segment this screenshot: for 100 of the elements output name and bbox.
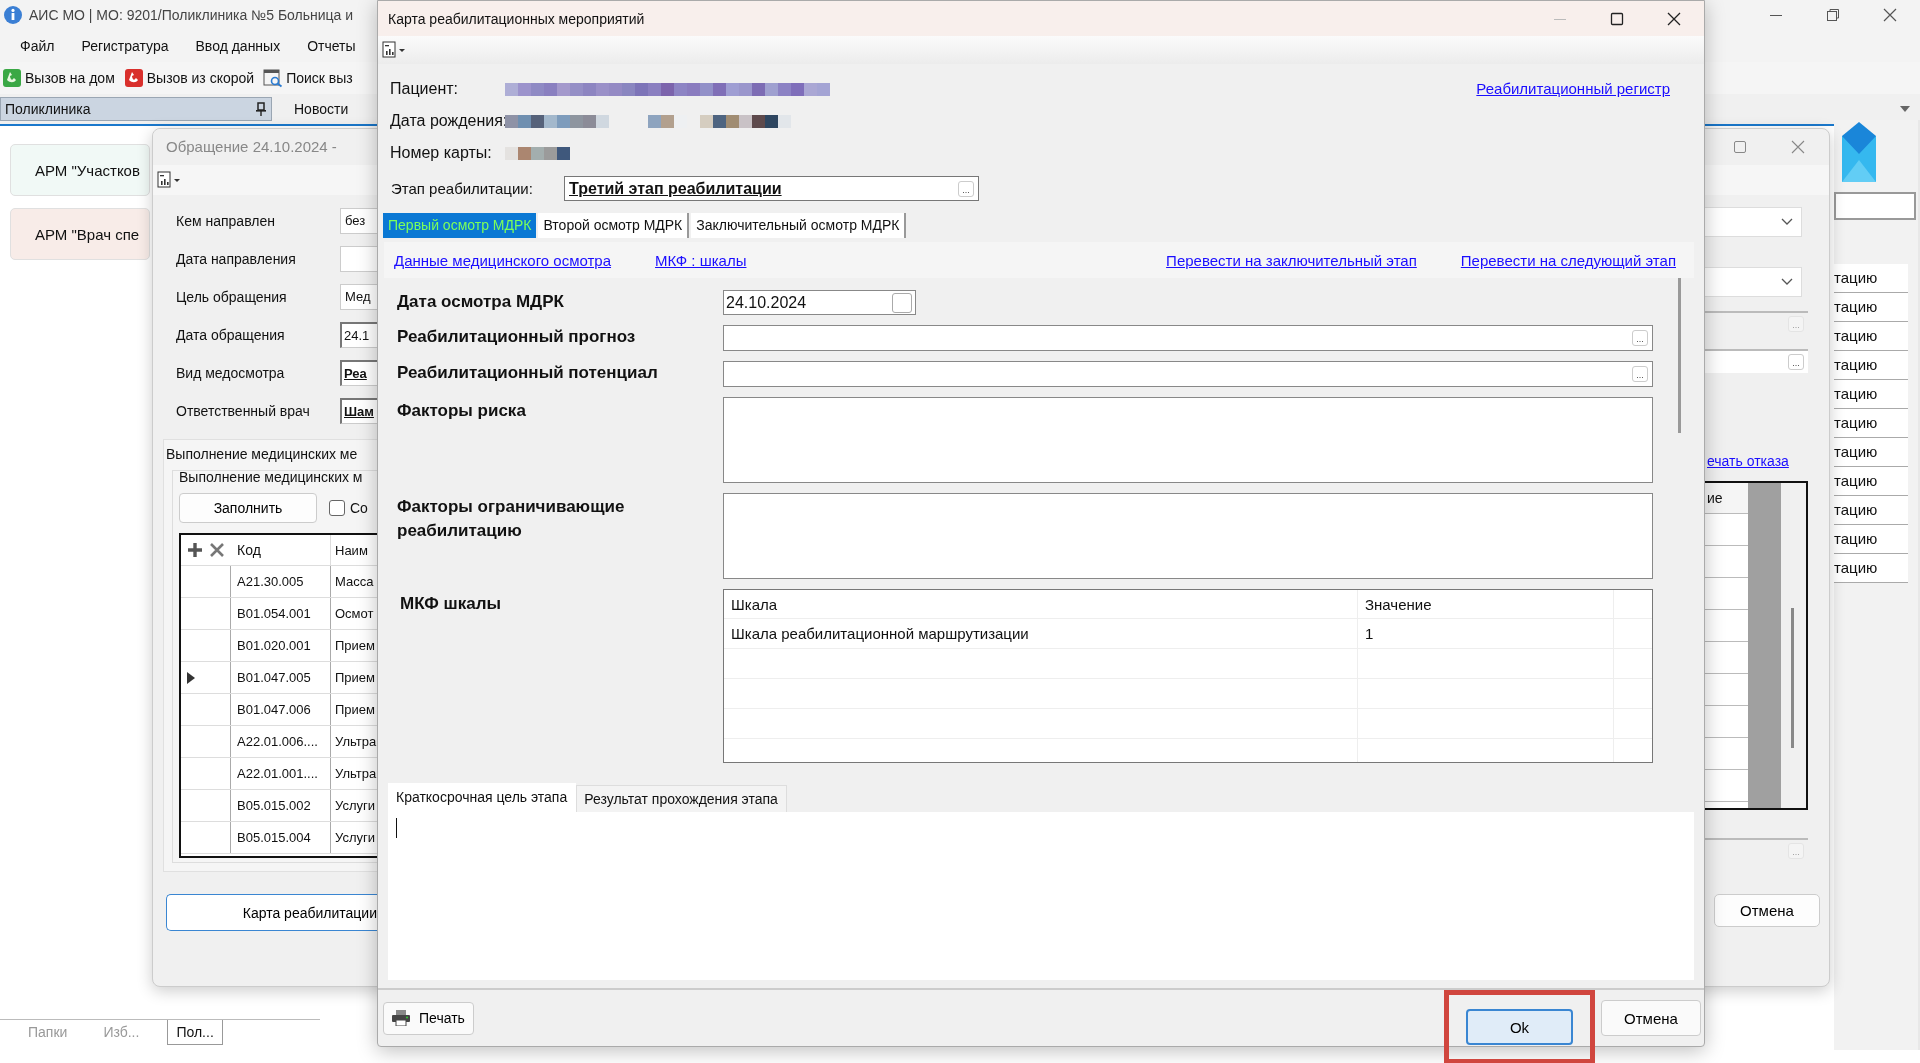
phone-icon bbox=[2, 68, 22, 88]
column-header[interactable]: Шкала bbox=[724, 590, 1358, 619]
list-item[interactable]: тацию bbox=[1834, 351, 1908, 380]
text-area[interactable] bbox=[723, 493, 1653, 580]
dropdown-icon[interactable] bbox=[1900, 106, 1910, 112]
field-label: Дата осмотра МДРК bbox=[397, 291, 565, 314]
list-item[interactable]: тацию bbox=[1834, 525, 1908, 554]
column-header[interactable]: Код bbox=[231, 535, 331, 565]
input-field[interactable]: Шам bbox=[340, 398, 377, 424]
printer-icon bbox=[392, 1010, 410, 1026]
menu-item[interactable]: Ввод данных bbox=[195, 38, 281, 54]
list-item[interactable]: тацию bbox=[1834, 380, 1908, 409]
input-field[interactable]: ... bbox=[1702, 349, 1808, 373]
input-field[interactable]: Третий этап реабилитации ... bbox=[564, 176, 979, 202]
table-cell-text: Масса bbox=[334, 573, 375, 591]
input-field[interactable]: Реа bbox=[340, 360, 377, 386]
toolbar-button[interactable]: Вызов из скорой bbox=[123, 68, 255, 88]
field-label: Цель обращения bbox=[176, 289, 287, 305]
table-cell: A22.01.001.... bbox=[231, 758, 331, 789]
group-title: Выполнение медицинских ме bbox=[165, 446, 359, 462]
close-icon[interactable] bbox=[1666, 10, 1682, 27]
column-header[interactable]: Наим bbox=[331, 535, 377, 565]
tab[interactable]: Первый осмотр МДРК bbox=[383, 213, 537, 239]
date-field[interactable]: 24.10.2024 bbox=[723, 290, 916, 316]
fill-button[interactable]: Заполнить bbox=[179, 493, 317, 523]
menu-item[interactable]: Файл bbox=[20, 38, 55, 54]
envelope-icon bbox=[1842, 120, 1876, 182]
field-label: Номер карты: bbox=[390, 144, 493, 163]
scroll-thumb[interactable] bbox=[1791, 608, 1794, 748]
table-cell: B05.015.004 bbox=[231, 822, 331, 853]
text-area[interactable] bbox=[723, 397, 1653, 484]
table-cell: A22.01.006.... bbox=[231, 726, 331, 757]
tab[interactable]: Пол... bbox=[167, 1020, 223, 1045]
table-cell: B01.047.006 bbox=[231, 694, 331, 725]
input-field[interactable] bbox=[1834, 192, 1916, 220]
news-tab[interactable]: Новости bbox=[280, 101, 363, 117]
checkbox-label: Со bbox=[350, 500, 368, 516]
input-field[interactable] bbox=[340, 246, 377, 272]
ellipsis-button[interactable]: ... bbox=[1632, 366, 1648, 383]
report-dropdown-icon[interactable] bbox=[382, 41, 406, 60]
chevron-down-icon bbox=[1781, 218, 1793, 226]
toolbar-button[interactable]: Вызов на дом bbox=[2, 68, 115, 88]
close-icon[interactable] bbox=[1882, 7, 1898, 23]
link[interactable]: МКФ : шкалы bbox=[655, 251, 747, 269]
list-item[interactable]: тацию bbox=[1834, 322, 1908, 351]
list-item[interactable]: тацию bbox=[1834, 409, 1908, 438]
tab[interactable]: Результат прохождения этапа bbox=[576, 785, 787, 813]
list-item[interactable]: тацию bbox=[1834, 467, 1908, 496]
ellipsis-button[interactable]: ... bbox=[1788, 354, 1804, 370]
ok-button[interactable]: Ok bbox=[1466, 1009, 1573, 1045]
workspace-card[interactable]: АРМ "Участков bbox=[10, 144, 150, 196]
column-header[interactable]: Значение bbox=[1358, 590, 1614, 619]
link[interactable]: Перевести на заключительный этап bbox=[1166, 251, 1417, 269]
table-cell: B01.047.005 bbox=[231, 662, 331, 693]
group-title: Выполнение медицинских м bbox=[179, 469, 364, 485]
tab[interactable]: Заключительный осмотр МДРК bbox=[691, 213, 907, 239]
input-field[interactable]: ... bbox=[723, 361, 1653, 388]
menu-item[interactable]: Регистратура bbox=[81, 38, 169, 54]
table-cell-text: Ультра bbox=[334, 733, 377, 751]
workspace-card[interactable]: АРМ "Врач спе bbox=[10, 208, 150, 260]
table-cell-text: Осмот bbox=[334, 605, 375, 623]
delete-icon[interactable] bbox=[209, 542, 225, 558]
field-label: Факторы ограничивающие реабилитацию bbox=[397, 496, 626, 543]
print-button[interactable]: Печать bbox=[383, 1001, 474, 1035]
link[interactable]: Реабилитационный регистр bbox=[1476, 80, 1670, 165]
pin-icon[interactable] bbox=[255, 102, 267, 116]
tab[interactable]: Второй осмотр МДРК bbox=[538, 213, 690, 239]
tab[interactable]: Краткосрочная цель этапа bbox=[388, 783, 577, 813]
table-cell: 1 bbox=[1358, 619, 1614, 649]
list-item[interactable]: тацию bbox=[1834, 293, 1908, 322]
cancel-button[interactable]: Отмена bbox=[1601, 1000, 1701, 1036]
list-item[interactable]: тацию bbox=[1834, 264, 1908, 293]
checkbox[interactable] bbox=[329, 500, 345, 516]
input-field[interactable]: ... bbox=[723, 325, 1653, 352]
report-dropdown-icon[interactable] bbox=[157, 171, 181, 189]
ellipsis-button[interactable]: ... bbox=[958, 180, 974, 197]
link[interactable]: Данные медицинского осмотра bbox=[394, 251, 612, 269]
maximize-icon[interactable] bbox=[1609, 10, 1625, 27]
rehab-card-button[interactable]: Карта реабилитации bbox=[166, 894, 377, 931]
menu-item[interactable]: Отчеты bbox=[307, 38, 356, 54]
table-cell: A21.30.005 bbox=[231, 566, 331, 597]
list-item[interactable]: тацию bbox=[1834, 496, 1908, 525]
link[interactable]: ечать отказа bbox=[1707, 453, 1789, 469]
field-label: Вид медосмотра bbox=[176, 365, 285, 381]
field-label: Дата рождения: bbox=[390, 112, 505, 131]
input-field[interactable]: 24.1 bbox=[340, 322, 377, 348]
scrollbar[interactable] bbox=[1748, 483, 1781, 808]
list-item[interactable]: тацию bbox=[1834, 438, 1908, 467]
input-field[interactable]: без bbox=[340, 208, 377, 234]
restore-icon[interactable] bbox=[1825, 7, 1841, 23]
cancel-button[interactable]: Отмена bbox=[1714, 894, 1820, 927]
toolbar-button[interactable]: Поиск выз bbox=[263, 68, 353, 88]
link[interactable]: Перевести на следующий этап bbox=[1460, 251, 1676, 269]
scroll-thumb[interactable] bbox=[1678, 278, 1681, 434]
column-header[interactable]: ие bbox=[1702, 483, 1748, 514]
input-field[interactable]: Мед bbox=[340, 284, 377, 310]
ellipsis-button[interactable]: ... bbox=[1632, 330, 1648, 347]
add-icon[interactable] bbox=[187, 542, 203, 558]
list-item[interactable]: тацию bbox=[1834, 554, 1908, 583]
window-title: АИС МО | МО: 9201/Поликлиника №5 Больница и bbox=[29, 7, 354, 23]
